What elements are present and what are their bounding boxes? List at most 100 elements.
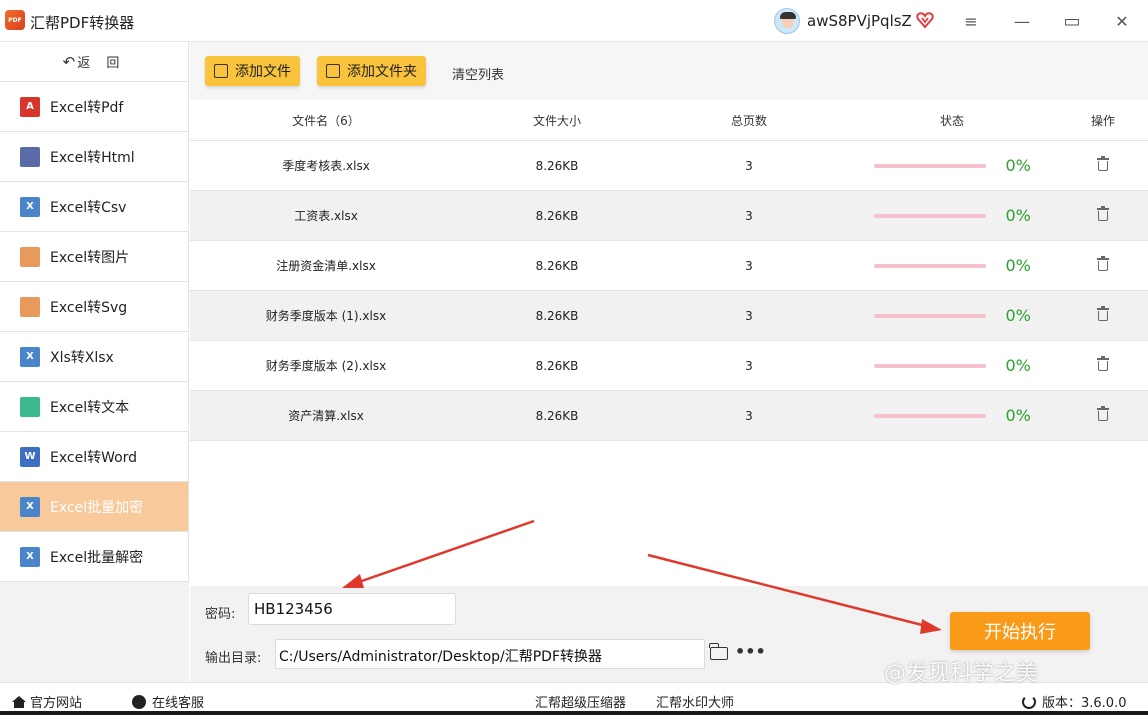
status-cell: 0% [846, 256, 1058, 275]
file-name: 资产清算.xlsx [288, 409, 364, 423]
operation-cell [1058, 406, 1148, 424]
vip-heart-icon[interactable] [916, 11, 934, 29]
sidebar-item-label: Excel批量解密 [50, 549, 144, 566]
delete-icon[interactable] [1097, 306, 1109, 321]
sidebar-item-label: Excel转Word [50, 449, 138, 466]
app-logo-icon: PDF [5, 10, 25, 30]
progress-bar [873, 213, 986, 218]
clear-list-button[interactable]: 清空列表 [452, 64, 504, 83]
status-cell: 0% [846, 156, 1058, 175]
back-arrow-icon: ↶ [62, 52, 76, 71]
close-icon[interactable]: ✕ [1109, 8, 1135, 34]
table-row: 资产清算.xlsx 8.26KB 3 0% [190, 391, 1148, 441]
back-button[interactable]: ↶ 返 回 [0, 42, 188, 82]
status-cell: 0% [846, 206, 1058, 225]
sidebar-item-encrypt[interactable]: X Excel批量加密 [0, 482, 188, 532]
sidebar-item-label: Excel转Csv [50, 199, 127, 216]
operation-cell [1058, 156, 1148, 174]
sidebar-item-label: Excel转Svg [50, 299, 128, 316]
file-table: 文件名（6） 文件大小 总页数 状态 操作 季度考核表.xlsx 8.26KB 3 0… [190, 100, 1148, 441]
add-file-icon [214, 64, 228, 78]
minimize-icon[interactable]: — [1009, 8, 1035, 34]
header-filesize: 文件大小 [532, 113, 581, 128]
sidebar-item-pdf[interactable]: A Excel转Pdf [0, 82, 188, 132]
page-count: 3 [745, 408, 753, 423]
pdf-icon: A [20, 96, 40, 117]
sidebar-item-label: Xls转Xlsx [50, 349, 114, 366]
progress-percent: 0% [1005, 206, 1031, 225]
progress-percent: 0% [1005, 306, 1031, 325]
file-name: 财务季度版本 (2).xlsx [265, 359, 387, 373]
toolbar: 添加文件 添加文件夹 清空列表 [190, 42, 1148, 100]
add-file-label: 添加文件 [235, 64, 291, 80]
page-count: 3 [745, 308, 753, 323]
file-size: 8.26KB [535, 258, 579, 273]
header-filename: 文件名（6） [292, 113, 360, 128]
delete-icon[interactable] [1097, 256, 1109, 271]
compressor-link[interactable]: 汇帮超级压缩器 [535, 692, 626, 711]
file-name: 工资表.xlsx [294, 209, 358, 223]
operation-cell [1058, 206, 1148, 224]
maximize-icon[interactable]: ▭ [1059, 8, 1085, 34]
delete-icon[interactable] [1097, 156, 1109, 171]
sidebar-item-word[interactable]: W Excel转Word [0, 432, 188, 482]
progress-percent: 0% [1005, 156, 1031, 175]
user-avatar[interactable] [774, 8, 800, 34]
title-bar: PDF 汇帮PDF转换器 awS8PVjPqlsZ ≡ — ▭ ✕ [0, 0, 1148, 42]
menu-icon[interactable]: ≡ [958, 8, 984, 34]
delete-icon[interactable] [1097, 406, 1109, 421]
add-folder-button[interactable]: 添加文件夹 [317, 56, 426, 86]
add-folder-label: 添加文件夹 [347, 64, 417, 80]
output-dir-input[interactable]: C:/Users/Administrator/Desktop/汇帮PDF转换器 [275, 639, 705, 669]
start-button[interactable]: 开始执行 [950, 612, 1090, 650]
file-size: 8.26KB [535, 408, 579, 423]
username[interactable]: awS8PVjPqlsZ [807, 12, 912, 30]
arrow-to-password [355, 519, 535, 585]
status-cell: 0% [846, 356, 1058, 375]
password-input[interactable]: HB123456 [248, 593, 456, 625]
official-site-link[interactable]: 官方网站 [12, 692, 82, 711]
delete-icon[interactable] [1097, 356, 1109, 371]
operation-cell [1058, 256, 1148, 274]
refresh-icon [1022, 694, 1036, 709]
table-header: 文件名（6） 文件大小 总页数 状态 操作 [190, 100, 1148, 141]
delete-icon[interactable] [1097, 206, 1109, 221]
watermark-tool-link[interactable]: 汇帮水印大师 [656, 692, 734, 711]
progress-percent: 0% [1005, 406, 1031, 425]
sidebar-item-decrypt[interactable]: X Excel批量解密 [0, 532, 188, 582]
file-size: 8.26KB [535, 208, 579, 223]
sidebar-item-label: Excel转图片 [50, 249, 130, 266]
svg-icon [20, 296, 40, 317]
sidebar-item-svg[interactable]: Excel转Svg [0, 282, 188, 332]
app-window: PDF 汇帮PDF转换器 awS8PVjPqlsZ ≡ — ▭ ✕ ↶ 返 回 … [0, 0, 1148, 715]
sidebar-item-image[interactable]: Excel转图片 [0, 232, 188, 282]
header-status: 状态 [939, 113, 964, 128]
file-size: 8.26KB [535, 358, 579, 373]
decrypt-icon: X [20, 546, 40, 567]
version-info[interactable]: 版本：3.6.0.0 [1022, 692, 1126, 711]
more-icon[interactable]: ••• [735, 642, 766, 661]
sidebar-item-label: Excel批量加密 [50, 499, 144, 516]
sidebar-item-csv[interactable]: X Excel转Csv [0, 182, 188, 232]
csv-icon: X [20, 196, 40, 217]
sidebar-item-text[interactable]: Excel转文本 [0, 382, 188, 432]
sidebar-item-xlsx[interactable]: X Xls转Xlsx [0, 332, 188, 382]
operation-cell [1058, 306, 1148, 324]
image-icon [20, 246, 40, 267]
progress-bar [873, 313, 986, 318]
page-count: 3 [745, 158, 753, 173]
word-icon: W [20, 446, 40, 467]
status-cell: 0% [846, 306, 1058, 325]
table-row: 注册资金清单.xlsx 8.26KB 3 0% [190, 241, 1148, 291]
table-row: 工资表.xlsx 8.26KB 3 0% [190, 191, 1148, 241]
home-icon [12, 695, 26, 708]
output-dir-label: 输出目录: [205, 651, 262, 666]
sidebar-item-html[interactable]: Excel转Html [0, 132, 188, 182]
online-support-link[interactable]: 在线客服 [132, 692, 204, 711]
add-file-button[interactable]: 添加文件 [205, 56, 300, 86]
progress-bar [873, 263, 986, 268]
header-pages: 总页数 [730, 113, 767, 128]
sidebar-item-label: Excel转文本 [50, 399, 130, 416]
folder-icon[interactable] [709, 643, 728, 660]
app-title: 汇帮PDF转换器 [30, 14, 135, 32]
